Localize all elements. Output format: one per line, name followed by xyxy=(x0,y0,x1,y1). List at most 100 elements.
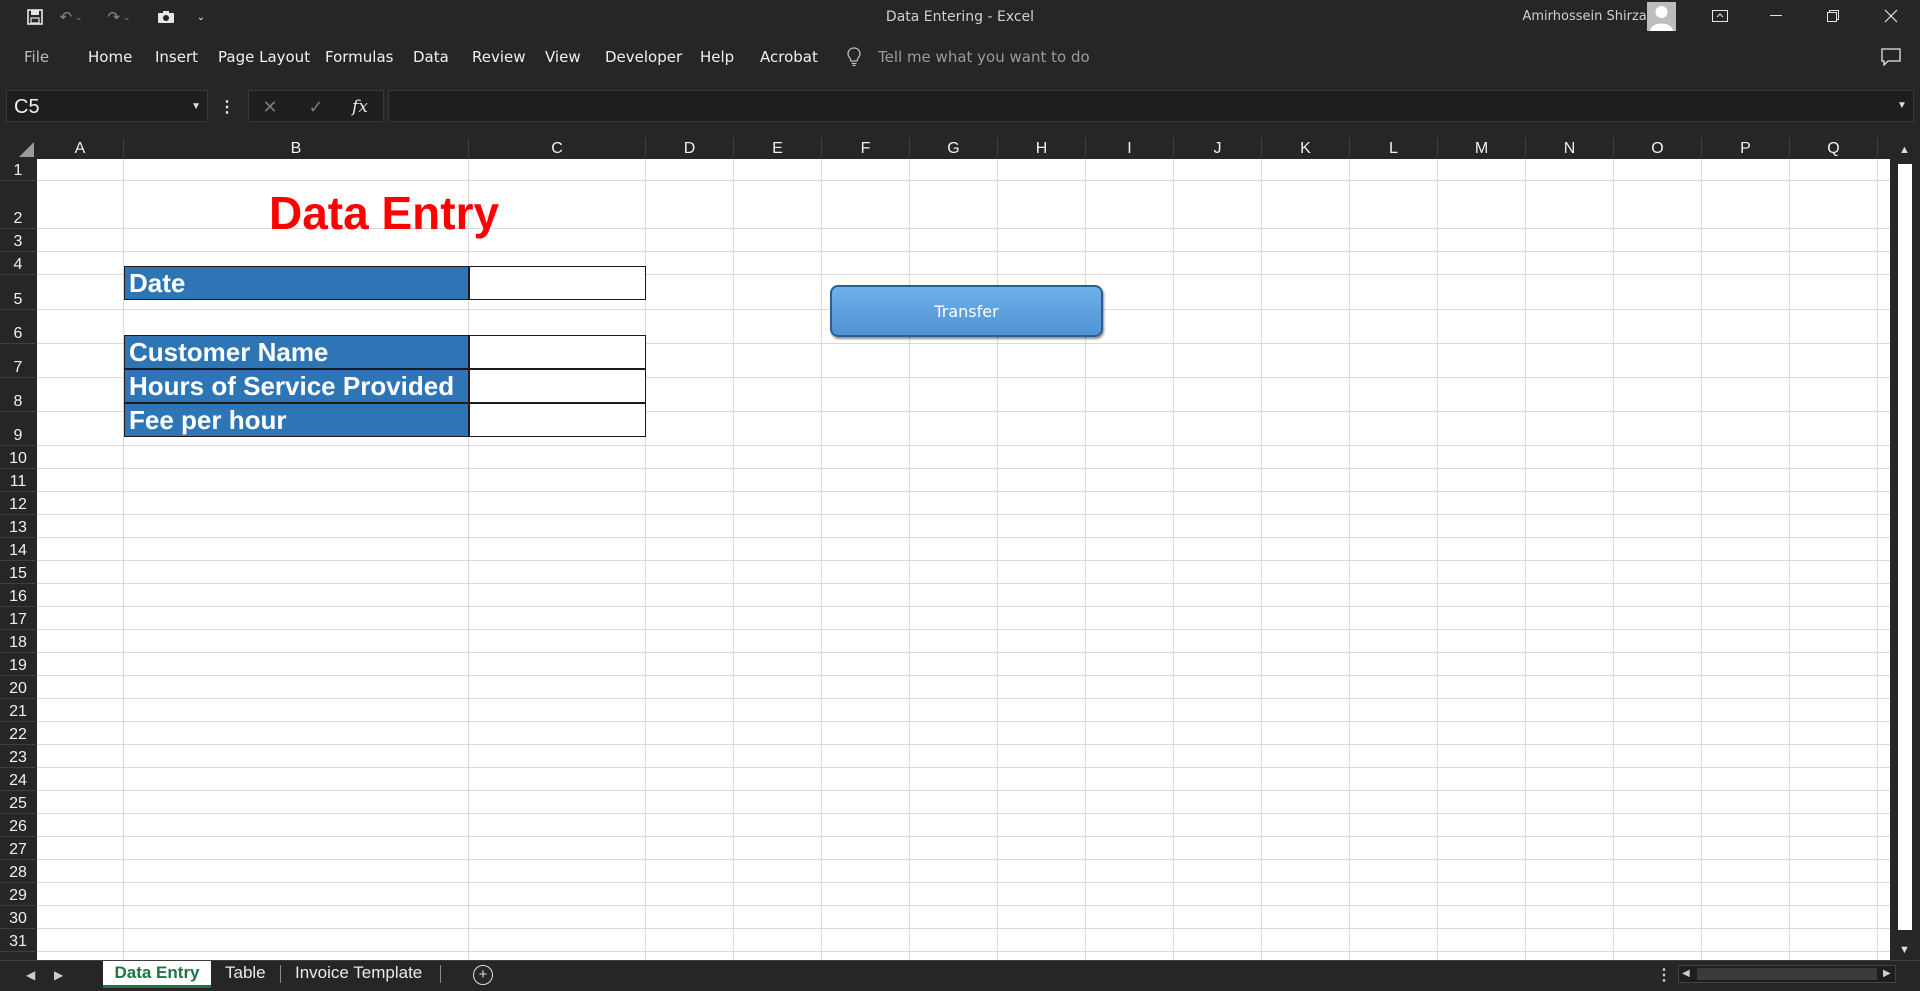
cell-area[interactable]: Data Entry Date Customer Name Hours of S… xyxy=(37,159,1890,960)
scroll-up-icon[interactable]: ▲ xyxy=(1899,144,1910,156)
vertical-scroll-thumb[interactable] xyxy=(1898,164,1912,930)
more-options-icon[interactable]: ⋮ xyxy=(219,96,235,118)
row-header-8[interactable]: 8 xyxy=(0,378,36,412)
fee-input-cell[interactable] xyxy=(469,403,646,437)
date-label-cell[interactable]: Date xyxy=(124,266,469,300)
menu-help[interactable]: Help xyxy=(700,48,734,66)
row-header-14[interactable]: 14 xyxy=(0,538,36,561)
comments-icon[interactable] xyxy=(1880,46,1902,68)
row-header-1[interactable]: 1 xyxy=(0,159,36,181)
hours-input-cell[interactable] xyxy=(469,369,646,403)
sheet-heading[interactable]: Data Entry xyxy=(269,186,499,240)
column-header-c[interactable]: C xyxy=(469,138,646,159)
scroll-right-icon[interactable]: ▶ xyxy=(1883,968,1891,979)
row-header-2[interactable]: 2 xyxy=(0,181,36,229)
minimize-icon[interactable] xyxy=(1753,0,1799,32)
formula-input[interactable] xyxy=(388,90,1914,122)
row-header-24[interactable]: 24 xyxy=(0,768,36,791)
row-header-13[interactable]: 13 xyxy=(0,515,36,538)
menu-data[interactable]: Data xyxy=(413,48,449,66)
row-header-19[interactable]: 19 xyxy=(0,653,36,676)
column-header-l[interactable]: L xyxy=(1350,138,1438,159)
column-header-k[interactable]: K xyxy=(1262,138,1350,159)
column-header-h[interactable]: H xyxy=(998,138,1086,159)
expand-formula-bar-icon[interactable]: ▼ xyxy=(1897,100,1914,111)
customer-name-input-cell[interactable] xyxy=(469,335,646,369)
close-icon[interactable] xyxy=(1868,0,1914,32)
name-box[interactable]: C5 ▼ xyxy=(6,90,208,122)
row-header-16[interactable]: 16 xyxy=(0,584,36,607)
row-header-7[interactable]: 7 xyxy=(0,344,36,378)
tab-table[interactable]: Table xyxy=(225,961,266,985)
camera-icon[interactable] xyxy=(154,6,178,28)
previous-sheet-icon[interactable]: ◀ xyxy=(26,968,35,982)
column-header-b[interactable]: B xyxy=(124,138,469,159)
tab-invoice-template[interactable]: Invoice Template xyxy=(295,961,422,985)
fee-label-cell[interactable]: Fee per hour xyxy=(124,403,469,437)
column-header-q[interactable]: Q xyxy=(1790,138,1878,159)
transfer-button[interactable]: Transfer xyxy=(830,285,1103,337)
menu-insert[interactable]: Insert xyxy=(155,48,198,66)
add-sheet-icon[interactable]: + xyxy=(473,965,493,985)
row-header-6[interactable]: 6 xyxy=(0,310,36,344)
column-header-d[interactable]: D xyxy=(646,138,734,159)
scroll-left-icon[interactable]: ◀ xyxy=(1682,968,1690,979)
menu-home[interactable]: Home xyxy=(88,48,132,66)
row-header-12[interactable]: 12 xyxy=(0,492,36,515)
scroll-down-icon[interactable]: ▼ xyxy=(1899,944,1910,956)
menu-file[interactable]: File xyxy=(24,48,49,66)
column-header-j[interactable]: J xyxy=(1174,138,1262,159)
column-header-a[interactable]: A xyxy=(37,138,124,159)
column-header-m[interactable]: M xyxy=(1438,138,1526,159)
customer-name-label-cell[interactable]: Customer Name xyxy=(124,335,469,369)
restore-icon[interactable] xyxy=(1810,0,1856,32)
column-header-f[interactable]: F xyxy=(822,138,910,159)
more-options-icon[interactable]: ⋮ xyxy=(1656,965,1672,985)
column-header-n[interactable]: N xyxy=(1526,138,1614,159)
user-name[interactable]: Amirhossein Shirzad xyxy=(1523,9,1656,24)
vertical-scrollbar[interactable]: ▲ ▼ xyxy=(1890,138,1920,960)
menu-acrobat[interactable]: Acrobat xyxy=(760,48,818,66)
row-header-28[interactable]: 28 xyxy=(0,860,36,883)
row-header-3[interactable]: 3 xyxy=(0,229,36,252)
row-header-27[interactable]: 27 xyxy=(0,837,36,860)
row-header-10[interactable]: 10 xyxy=(0,446,36,469)
hours-label-cell[interactable]: Hours of Service Provided xyxy=(124,369,469,403)
ribbon-display-options-icon[interactable] xyxy=(1697,0,1743,32)
row-header-23[interactable]: 23 xyxy=(0,745,36,768)
row-header-20[interactable]: 20 xyxy=(0,676,36,699)
row-header-21[interactable]: 21 xyxy=(0,699,36,722)
next-sheet-icon[interactable]: ▶ xyxy=(54,968,63,982)
menu-formulas[interactable]: Formulas xyxy=(325,48,393,66)
row-header-22[interactable]: 22 xyxy=(0,722,36,745)
row-header-17[interactable]: 17 xyxy=(0,607,36,630)
cancel-icon[interactable]: ✕ xyxy=(255,95,285,119)
row-header-29[interactable]: 29 xyxy=(0,883,36,906)
column-header-p[interactable]: P xyxy=(1702,138,1790,159)
tab-data-entry[interactable]: Data Entry xyxy=(103,961,211,988)
customize-quick-access-icon[interactable]: ⌄ xyxy=(194,6,208,28)
redo-icon[interactable]: ↷ ⌄ xyxy=(106,6,132,28)
menu-page-layout[interactable]: Page Layout xyxy=(218,48,310,66)
horizontal-scrollbar[interactable]: ◀ ▶ xyxy=(1678,965,1896,983)
undo-icon[interactable]: ↶ ⌄ xyxy=(58,6,84,28)
save-icon[interactable] xyxy=(24,6,46,28)
menu-view[interactable]: View xyxy=(545,48,581,66)
horizontal-scroll-thumb[interactable] xyxy=(1697,968,1877,980)
avatar[interactable] xyxy=(1647,2,1676,31)
row-header-31[interactable]: 31 xyxy=(0,929,36,952)
date-input-cell[interactable] xyxy=(469,266,646,300)
chevron-down-icon[interactable]: ▼ xyxy=(191,101,201,112)
tell-me-search[interactable]: Tell me what you want to do xyxy=(878,48,1090,66)
column-header-i[interactable]: I xyxy=(1086,138,1174,159)
row-header-5[interactable]: 5 xyxy=(0,275,36,310)
row-header-25[interactable]: 25 xyxy=(0,791,36,814)
enter-icon[interactable]: ✓ xyxy=(301,95,331,119)
row-header-4[interactable]: 4 xyxy=(0,252,36,275)
column-header-o[interactable]: O xyxy=(1614,138,1702,159)
column-header-g[interactable]: G xyxy=(910,138,998,159)
row-header-18[interactable]: 18 xyxy=(0,630,36,653)
menu-developer[interactable]: Developer xyxy=(605,48,682,66)
insert-function-icon[interactable]: fx xyxy=(345,95,375,119)
row-header-11[interactable]: 11 xyxy=(0,469,36,492)
